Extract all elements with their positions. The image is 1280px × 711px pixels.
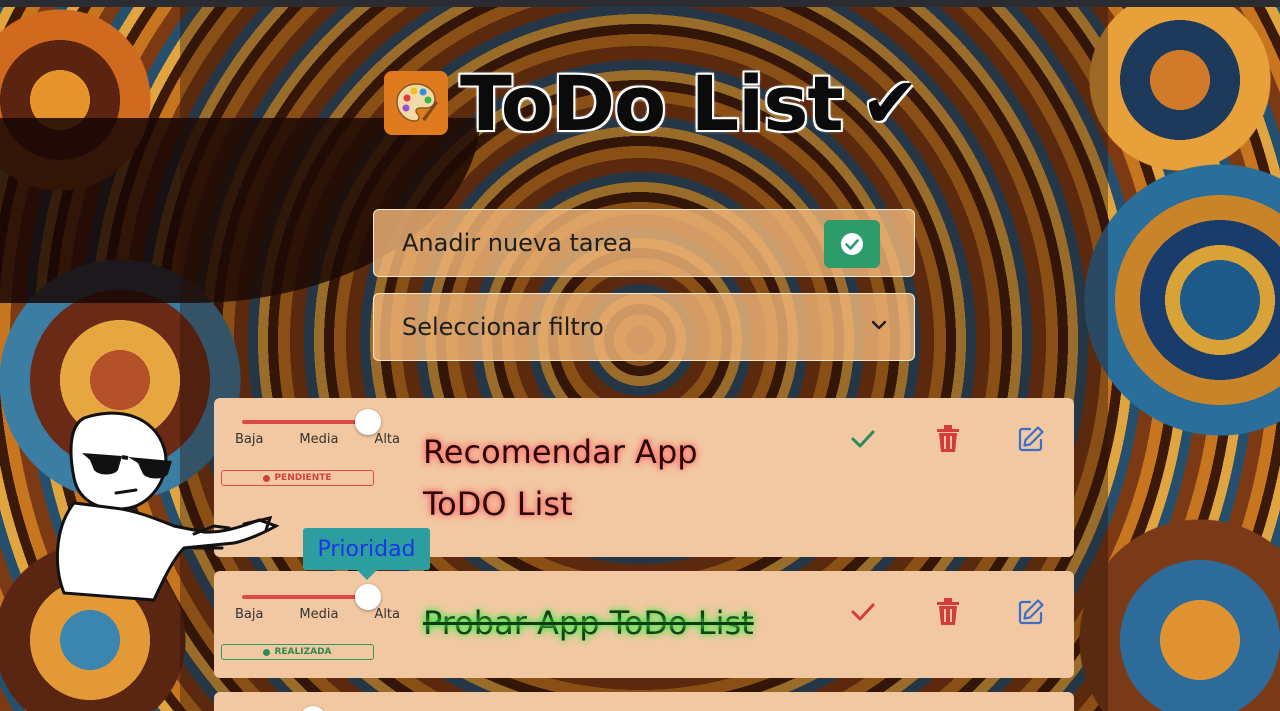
task-card	[214, 692, 1074, 711]
window-top-bar	[0, 0, 1280, 7]
palette-icon	[384, 71, 448, 135]
check-icon	[851, 603, 875, 621]
priority-labels: Baja Media Alta	[235, 607, 400, 622]
check-circle-icon	[841, 233, 863, 255]
header: ToDo List ✔	[384, 58, 919, 148]
task-card: Baja Media Alta REALIZADA Probar App ToD…	[214, 571, 1074, 678]
complete-task-button[interactable]	[846, 422, 880, 456]
edit-icon	[1018, 599, 1044, 625]
status-dot-icon	[263, 648, 271, 656]
delete-task-button[interactable]	[931, 422, 965, 456]
status-badge: REALIZADA	[221, 644, 374, 660]
meme-sticker-image	[55, 411, 280, 602]
check-icon	[851, 430, 875, 448]
priority-label-high: Alta	[374, 607, 400, 622]
edit-task-button[interactable]	[1014, 422, 1048, 456]
priority-slider-thumb[interactable]	[300, 706, 326, 711]
status-text: REALIZADA	[274, 647, 332, 657]
title-check-icon: ✔	[860, 62, 920, 144]
filter-label: Seleccionar filtro	[402, 313, 604, 341]
priority-label-high: Alta	[374, 432, 400, 447]
add-task-input[interactable]: Anadir nueva tarea	[373, 209, 915, 277]
undo-complete-button[interactable]	[846, 595, 880, 629]
priority-label-medium: Media	[299, 607, 339, 622]
filter-select[interactable]: Seleccionar filtro	[373, 293, 915, 361]
priority-label-low: Baja	[235, 607, 264, 622]
delete-task-button[interactable]	[931, 595, 965, 629]
priority-tooltip: Prioridad	[303, 528, 430, 580]
priority-label-medium: Media	[299, 432, 339, 447]
task-text: Probar App ToDo List	[423, 604, 754, 642]
tooltip-text: Prioridad	[317, 536, 416, 562]
edit-icon	[1018, 426, 1044, 452]
add-task-button[interactable]	[824, 220, 880, 268]
page-title: ToDo List	[460, 58, 844, 148]
add-task-label: Anadir nueva tarea	[402, 229, 633, 257]
trash-icon	[937, 425, 959, 452]
task-text: Recomendar App ToDO List	[423, 433, 698, 523]
trash-icon	[937, 598, 959, 625]
chevron-down-icon	[871, 320, 887, 330]
edit-task-button[interactable]	[1014, 595, 1048, 629]
